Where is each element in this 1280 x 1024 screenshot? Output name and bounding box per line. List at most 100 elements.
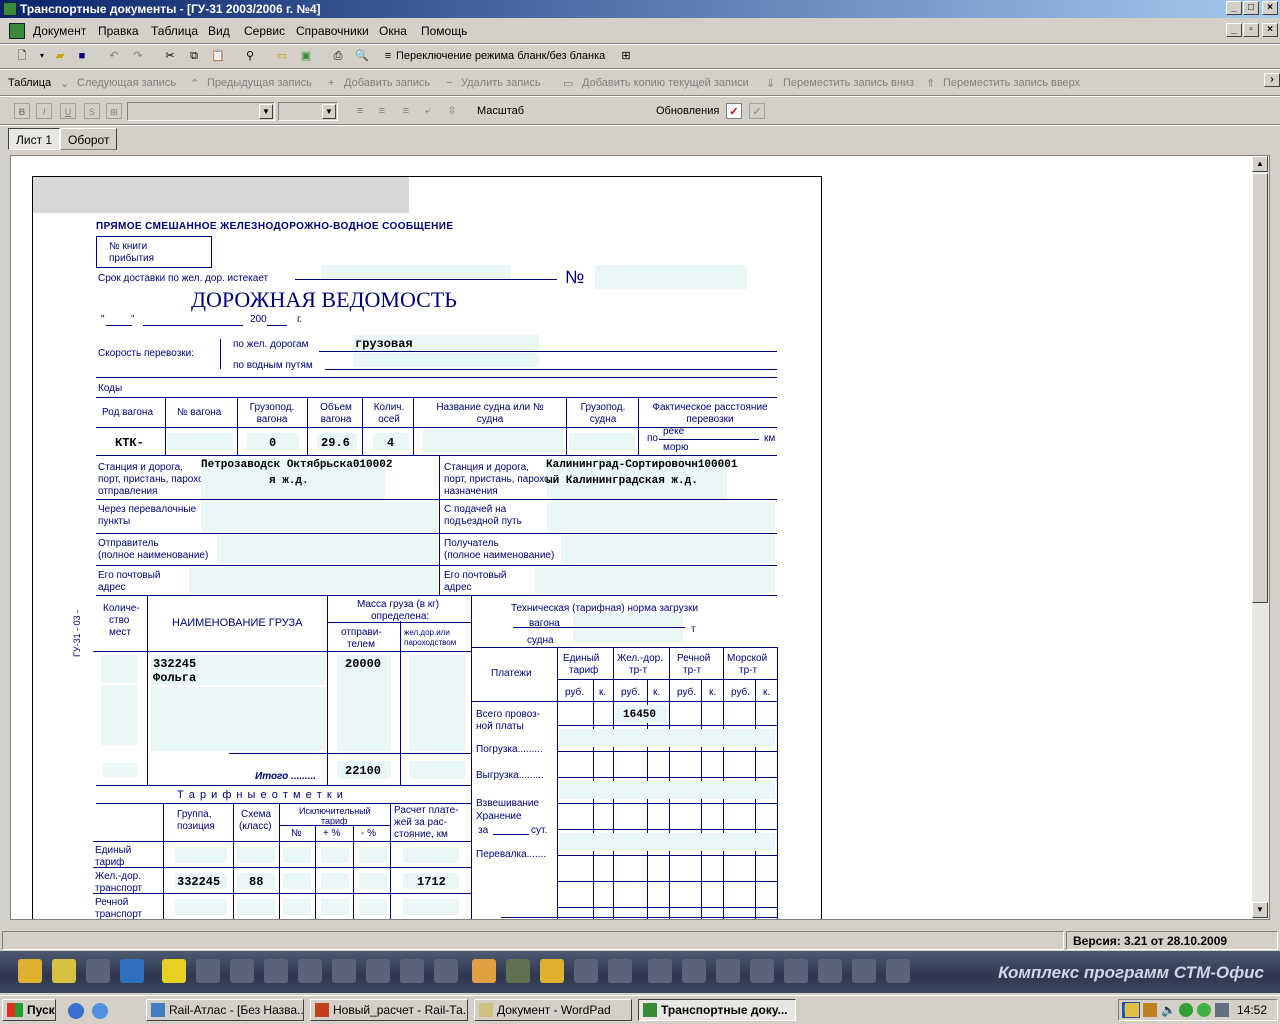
station-from-value[interactable]: Петрозаводск Октябрьска010002 — [201, 459, 392, 471]
italic-icon[interactable]: I — [36, 103, 52, 119]
strikeout-icon[interactable]: S — [84, 103, 100, 119]
train-app-icon[interactable] — [540, 959, 564, 983]
mass-rail-field[interactable] — [409, 655, 465, 751]
chevron-right-icon[interactable]: › — [1264, 73, 1280, 87]
vessel-capacity-field[interactable] — [569, 433, 635, 451]
wagon-app-icon[interactable] — [120, 959, 144, 983]
rail-atlas-icon[interactable] — [18, 959, 42, 983]
tray-app-icon[interactable] — [1197, 1003, 1211, 1017]
delete-record-button[interactable]: Удалить запись — [461, 77, 541, 89]
single-scheme-field[interactable] — [237, 847, 275, 863]
mass-sender-value[interactable]: 20000 — [345, 657, 381, 671]
delivery-field[interactable] — [321, 265, 511, 279]
station-to-value[interactable]: ый Калининградская ж.д. — [546, 475, 698, 487]
station-to-value[interactable]: Калининград-Сортировочн100001 — [546, 459, 737, 471]
font-combo[interactable]: ▼ — [127, 102, 275, 121]
add-record-button[interactable]: Добавить запись — [344, 77, 430, 89]
river-excl-no-field[interactable] — [283, 899, 311, 915]
total-fee-value[interactable]: 16450 — [623, 709, 656, 721]
prev-record-button[interactable]: Предыдущая запись — [207, 77, 312, 89]
disabled-app-icon[interactable] — [818, 959, 842, 983]
tray-app-icon[interactable] — [1125, 1003, 1139, 1017]
find-icon[interactable]: ⚲ — [242, 48, 258, 64]
copy-icon[interactable]: ⧉ — [186, 48, 202, 64]
ie-icon[interactable] — [92, 1003, 108, 1019]
child-close-button[interactable]: × — [1262, 23, 1278, 37]
task-transport-docs[interactable]: Транспортные доку... — [638, 999, 796, 1021]
river-distance-field[interactable] — [403, 899, 459, 915]
total-mass-value[interactable]: 22100 — [345, 764, 381, 778]
single-distance-field[interactable] — [403, 847, 459, 863]
menu-table[interactable]: Таблица — [151, 24, 198, 38]
rail-excl-plus-field[interactable] — [321, 873, 349, 889]
rail-scheme-value[interactable]: 88 — [249, 875, 263, 889]
start-button[interactable]: Пуск — [2, 999, 56, 1021]
next-record-button[interactable]: Следующая запись — [77, 77, 176, 89]
disabled-app-icon[interactable] — [434, 959, 458, 983]
document-icon[interactable] — [9, 23, 25, 39]
transship-field[interactable] — [559, 833, 775, 851]
river-excl-minus-field[interactable] — [359, 899, 387, 915]
align-right-icon[interactable]: ≡ — [398, 103, 414, 119]
volume-value[interactable]: 29.6 — [321, 436, 350, 450]
wagon-kind-value[interactable]: КТК- — [115, 436, 144, 450]
disabled-app-icon[interactable] — [264, 959, 288, 983]
cargo-code-value[interactable]: 332245 — [153, 657, 196, 671]
disabled-app-icon[interactable] — [366, 959, 390, 983]
new-document-icon[interactable]: 🗋 — [14, 48, 30, 64]
disabled-app-icon[interactable] — [332, 959, 356, 983]
close-button[interactable]: × — [1262, 1, 1278, 15]
cargo-desc-value[interactable]: Фольга — [153, 671, 196, 685]
wagon-no-field[interactable] — [167, 433, 233, 451]
tech-wagon-field[interactable] — [573, 613, 683, 627]
receiver-address-field[interactable] — [535, 567, 775, 593]
menu-edit[interactable]: Правка — [98, 24, 139, 38]
move-down-button[interactable]: Переместить запись вниз — [783, 77, 914, 89]
disabled-app-icon[interactable] — [716, 959, 740, 983]
combo-arrow-icon[interactable]: ▼ — [259, 104, 273, 119]
receiver-field[interactable] — [561, 535, 775, 563]
disabled-app-icon[interactable] — [682, 959, 706, 983]
menu-windows[interactable]: Окна — [379, 24, 407, 38]
single-excl-plus-field[interactable] — [321, 847, 349, 863]
rail-distance-value[interactable]: 1712 — [417, 875, 446, 889]
mode-toggle-button[interactable]: Переключение режима бланк/без бланка — [396, 50, 605, 62]
bold-icon[interactable]: B — [14, 103, 30, 119]
print-icon[interactable]: ⎙ — [330, 48, 346, 64]
rail-group-value[interactable]: 332245 — [177, 875, 220, 889]
disabled-app-icon[interactable] — [648, 959, 672, 983]
underline-icon[interactable]: U — [60, 103, 76, 119]
save-icon[interactable]: ■ — [74, 48, 90, 64]
menu-view[interactable]: Вид — [208, 24, 230, 38]
disabled-app-icon[interactable] — [852, 959, 876, 983]
volume-icon[interactable]: 🔈 — [1161, 1003, 1176, 1017]
rail-tariff-icon[interactable] — [52, 959, 76, 983]
weighing-field[interactable] — [559, 781, 775, 799]
child-minimize-button[interactable]: _ — [1226, 23, 1242, 37]
speed-water-field[interactable] — [353, 353, 539, 367]
total-mass-rail-field[interactable] — [409, 761, 465, 779]
folder-icon[interactable]: ▭ — [274, 48, 290, 64]
update-all-icon[interactable]: ✓ — [749, 103, 765, 119]
export-icon[interactable]: ▣ — [298, 48, 314, 64]
tech-vessel-field[interactable] — [573, 629, 683, 643]
disabled-app-icon[interactable] — [574, 959, 598, 983]
blank-settings-icon[interactable]: ⊞ — [618, 48, 634, 64]
vertical-align-icon[interactable]: ⇳ — [444, 103, 460, 119]
new-dropdown-icon[interactable]: ▾ — [34, 48, 50, 64]
transport-docs-icon[interactable] — [162, 959, 186, 983]
add-copy-button[interactable]: Добавить копию текущей записи — [582, 77, 749, 89]
minimize-button[interactable]: _ — [1226, 1, 1242, 15]
quantity-field[interactable] — [101, 685, 137, 745]
single-excl-no-field[interactable] — [283, 847, 311, 863]
disabled-app-icon[interactable] — [298, 959, 322, 983]
menu-help[interactable]: Помощь — [421, 24, 467, 38]
river-excl-plus-field[interactable] — [321, 899, 349, 915]
mode-toggle-icon[interactable]: ≡ — [380, 48, 396, 64]
tray-app-icon[interactable] — [1179, 1003, 1193, 1017]
scroll-thumb[interactable] — [1252, 173, 1268, 603]
word-wrap-icon[interactable]: ⤶ — [420, 103, 436, 119]
via-field[interactable] — [201, 502, 437, 532]
paste-icon[interactable]: 📋 — [210, 48, 226, 64]
loading-field[interactable] — [559, 729, 775, 747]
